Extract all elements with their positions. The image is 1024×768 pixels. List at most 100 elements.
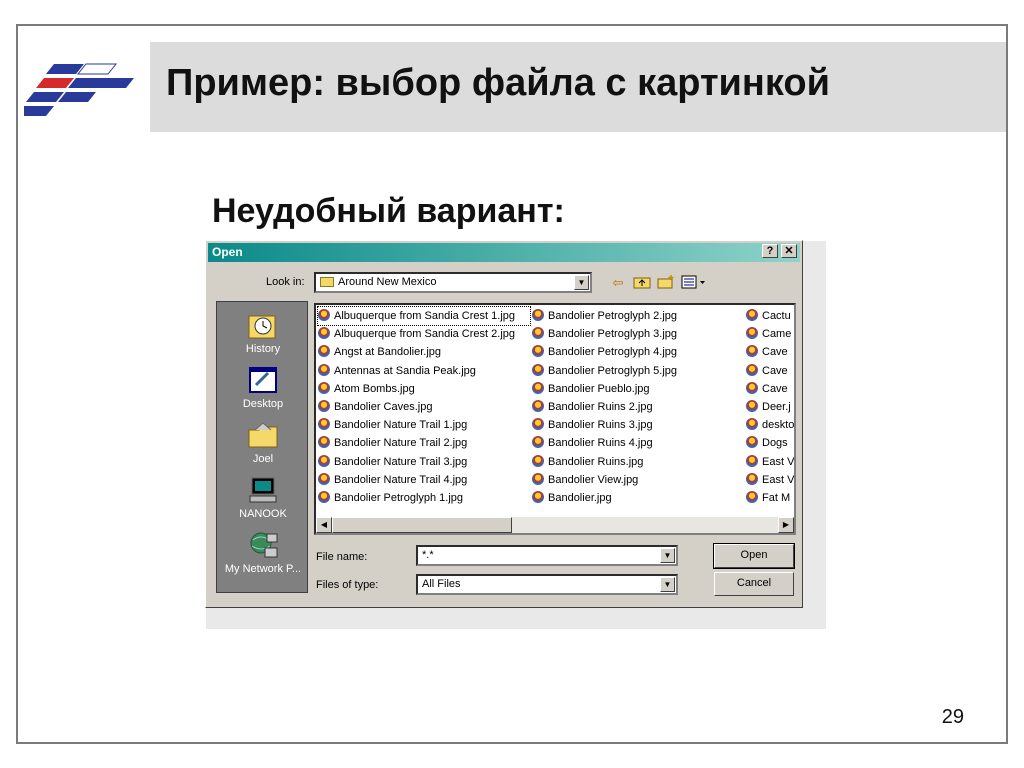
file-item-label: Angst at Bandolier.jpg <box>334 346 442 359</box>
file-item[interactable]: Bandolier Pueblo.jpg <box>532 380 744 398</box>
place-label: NANOOK <box>239 508 287 520</box>
file-item-label: Bandolier Pueblo.jpg <box>548 382 650 395</box>
image-file-icon <box>532 363 544 376</box>
chevron-down-icon[interactable]: ▼ <box>660 577 675 592</box>
close-button[interactable]: ✕ <box>781 244 797 258</box>
file-item-label: Deer.j <box>762 400 791 413</box>
file-item[interactable]: Cave <box>746 380 794 398</box>
look-in-combo[interactable]: Around New Mexico ▼ <box>314 272 592 293</box>
image-file-icon <box>746 381 758 394</box>
computer-icon <box>249 477 277 503</box>
file-item[interactable]: Bandolier Ruins 3.jpg <box>532 416 744 434</box>
file-item[interactable]: Bandolier Petroglyph 3.jpg <box>532 325 744 343</box>
file-item-label: Atom Bombs.jpg <box>334 382 415 395</box>
file-item[interactable]: Cave <box>746 343 794 361</box>
place-nanook[interactable]: NANOOK <box>217 475 309 520</box>
image-file-icon <box>746 363 758 376</box>
file-item[interactable]: Bandolier Nature Trail 4.jpg <box>318 471 530 489</box>
place-desktop[interactable]: Desktop <box>217 365 309 410</box>
file-item[interactable]: East V <box>746 471 794 489</box>
file-item[interactable]: Atom Bombs.jpg <box>318 380 530 398</box>
cancel-button[interactable]: Cancel <box>714 572 794 596</box>
file-item[interactable]: Cave <box>746 362 794 380</box>
file-item[interactable]: Bandolier Petroglyph 4.jpg <box>532 343 744 361</box>
dialog-titlebar: Open <box>208 243 800 262</box>
file-item-label: Bandolier Ruins.jpg <box>548 455 644 468</box>
file-item-label: Bandolier Petroglyph 1.jpg <box>334 491 464 504</box>
image-file-icon <box>318 309 330 321</box>
file-item[interactable]: Angst at Bandolier.jpg <box>318 343 530 361</box>
file-name-label: File name: <box>316 551 368 563</box>
file-item[interactable]: deskto <box>746 416 794 434</box>
look-in-label: Look in: <box>266 276 305 288</box>
file-item[interactable]: Dogs <box>746 434 794 452</box>
image-file-icon <box>532 454 544 467</box>
place-network[interactable]: My Network P... <box>217 530 309 575</box>
file-item[interactable]: East V <box>746 453 795 471</box>
image-file-icon <box>532 418 544 431</box>
file-item-label: Antennas at Sandia Peak.jpg <box>334 364 476 377</box>
place-label: Joel <box>252 453 274 465</box>
file-item[interactable]: Bandolier Nature Trail 3.jpg <box>318 453 530 471</box>
file-item[interactable]: Antennas at Sandia Peak.jpg <box>318 362 530 380</box>
horizontal-scrollbar[interactable]: ◀ ▶ <box>316 517 794 533</box>
file-name-value: *.* <box>422 549 434 561</box>
image-file-icon <box>532 490 544 503</box>
place-joel[interactable]: Joel <box>217 420 309 465</box>
place-history[interactable]: History <box>217 310 309 355</box>
file-item[interactable]: Cactu <box>746 307 794 325</box>
image-file-icon <box>318 381 330 394</box>
file-item-label: Cactu <box>762 310 791 322</box>
file-item[interactable]: Bandolier View.jpg <box>532 471 744 489</box>
new-folder-icon[interactable] <box>656 275 676 291</box>
scrollbar-thumb[interactable] <box>332 517 512 533</box>
file-item[interactable]: Bandolier.jpg <box>532 489 744 507</box>
network-icon <box>250 532 278 558</box>
files-of-type-value: All Files <box>422 578 461 590</box>
file-item-label: Fat M <box>762 491 791 504</box>
file-item-label: Cave <box>762 364 788 377</box>
file-item[interactable]: Fat M <box>746 489 794 507</box>
image-file-icon <box>532 399 544 412</box>
file-item[interactable]: Deer.j <box>746 398 794 416</box>
file-list[interactable]: Albuquerque from Sandia Crest 1.jpg Albuq… <box>314 303 796 535</box>
open-dialog: Open ? ✕ Look in: Around New Mexico ▼ ⇦ … <box>205 240 803 608</box>
file-item[interactable]: Bandolier Petroglyph 5.jpg <box>532 362 744 380</box>
up-folder-icon[interactable] <box>632 275 652 291</box>
slide-title: Пример: выбор файла с картинкой <box>166 62 830 104</box>
file-item-label: Cave <box>762 382 788 395</box>
file-item[interactable]: Bandolier Ruins 4.jpg <box>532 434 744 452</box>
file-item-label: Bandolier Nature Trail 2.jpg <box>334 437 468 450</box>
places-bar: History Desktop Joel NANOOK My Network P… <box>216 301 308 593</box>
help-button[interactable]: ? <box>762 244 778 258</box>
chevron-down-icon[interactable]: ▼ <box>660 548 675 563</box>
scroll-right-icon[interactable]: ▶ <box>778 517 794 533</box>
file-item-label: Albuquerque from Sandia Crest 2.jpg <box>334 328 515 341</box>
file-item[interactable]: Bandolier Ruins.jpg <box>532 453 744 471</box>
file-item-label: Bandolier Ruins 4.jpg <box>548 437 653 450</box>
file-item[interactable]: Bandolier Ruins 2.jpg <box>532 398 744 416</box>
image-file-icon <box>746 309 758 321</box>
file-item[interactable]: Bandolier Nature Trail 1.jpg <box>318 416 530 434</box>
file-item[interactable]: Bandolier Nature Trail 2.jpg <box>318 434 530 452</box>
image-file-icon <box>532 472 544 485</box>
image-file-icon <box>746 327 758 340</box>
chevron-down-icon[interactable]: ▼ <box>574 275 589 290</box>
file-item[interactable]: Bandolier Caves.jpg <box>318 398 530 416</box>
look-in-value: Around New Mexico <box>338 276 437 288</box>
image-file-icon <box>532 381 544 394</box>
files-of-type-select[interactable]: All Files ▼ <box>416 574 678 595</box>
back-icon[interactable]: ⇦ <box>608 275 628 291</box>
view-menu-icon[interactable] <box>680 275 708 291</box>
file-item[interactable]: Albuquerque from Sandia Crest 2.jpg <box>318 325 530 343</box>
file-item[interactable]: Albuquerque from Sandia Crest 1.jpg <box>317 305 531 327</box>
image-file-icon <box>318 454 330 467</box>
open-button[interactable]: Open <box>713 543 795 569</box>
file-item[interactable]: Came <box>746 325 794 343</box>
file-item[interactable]: Bandolier Petroglyph 2.jpg <box>532 307 744 325</box>
image-file-icon <box>318 363 330 376</box>
file-item[interactable]: Bandolier Petroglyph 1.jpg <box>318 489 530 507</box>
file-item-label: East V <box>762 455 795 468</box>
file-name-input[interactable]: *.* ▼ <box>416 545 678 566</box>
scroll-left-icon[interactable]: ◀ <box>316 517 332 533</box>
